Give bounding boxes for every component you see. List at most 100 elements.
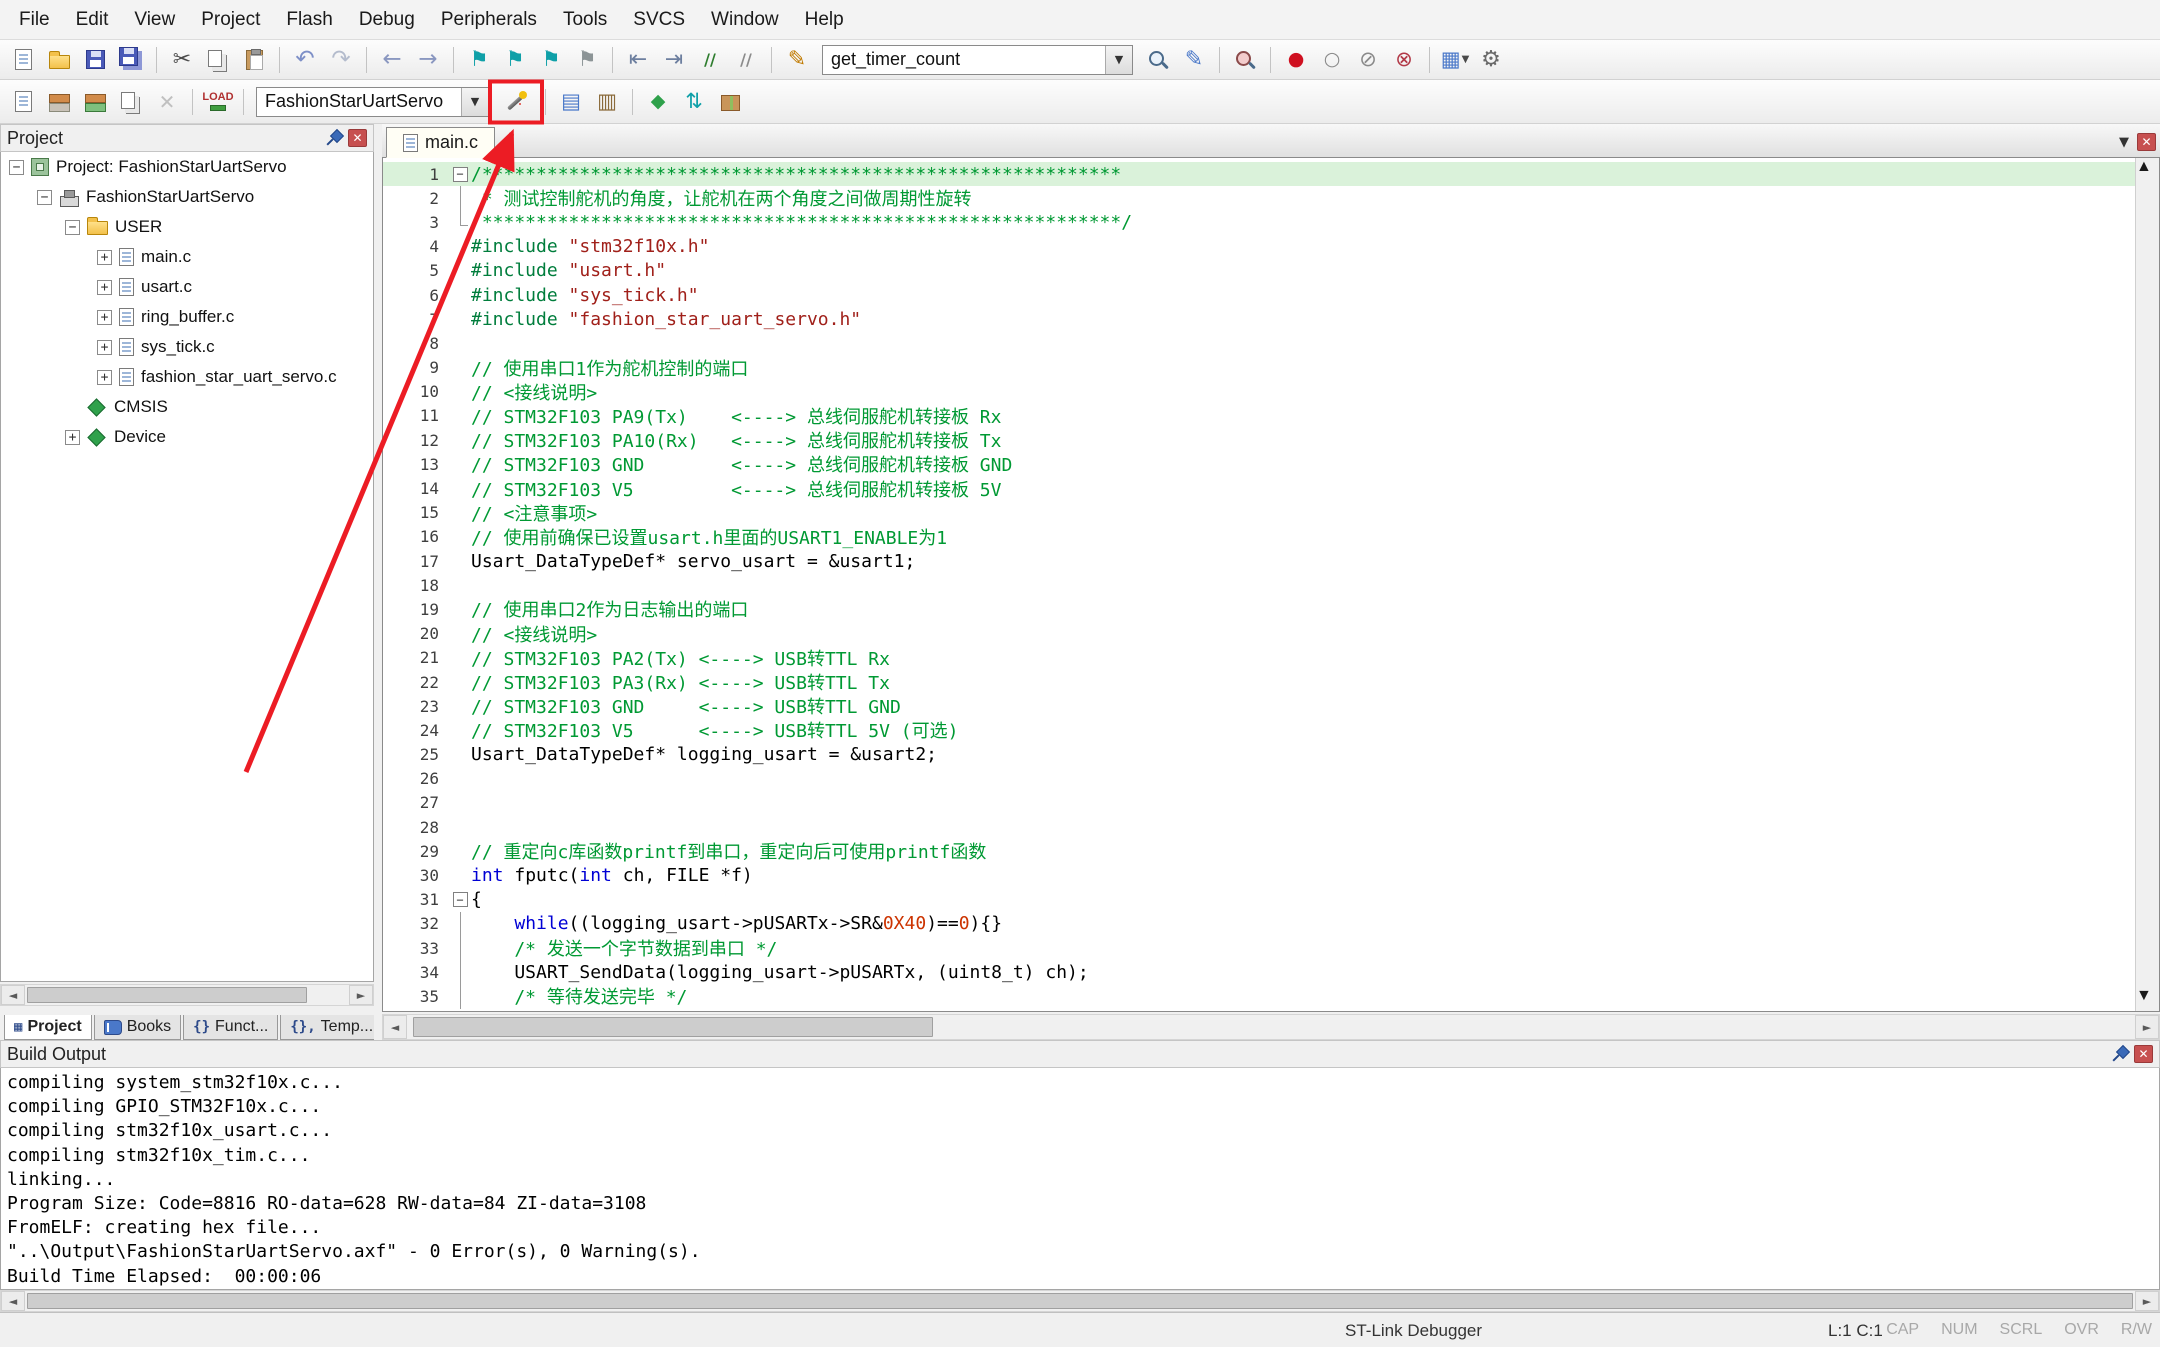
scroll-left-icon[interactable]: ◄ xyxy=(1,985,25,1005)
undo-button[interactable]: ↶ xyxy=(288,44,322,76)
insert-breakpoint-button[interactable]: ● xyxy=(1279,44,1313,76)
menu-item-view[interactable]: View xyxy=(121,3,188,37)
indent-button[interactable]: ⇥ xyxy=(657,44,691,76)
tree-node-project-root[interactable]: − Project: FashionStarUartServo xyxy=(1,152,373,182)
find-button[interactable] xyxy=(1228,44,1262,76)
disable-breakpoint-button[interactable]: ○ xyxy=(1315,44,1349,76)
code-editor[interactable]: 1−/*************************************… xyxy=(383,158,2135,1011)
workspace-button[interactable]: ▥ xyxy=(590,86,624,118)
fold-margin[interactable]: − xyxy=(449,888,471,912)
menu-item-peripherals[interactable]: Peripherals xyxy=(428,3,550,37)
target-select-combo[interactable]: ▼ xyxy=(256,87,489,117)
save-button[interactable] xyxy=(78,44,112,76)
configure-button[interactable]: ⚙ xyxy=(1474,44,1508,76)
function-search-input[interactable] xyxy=(823,46,1105,74)
collapse-icon[interactable]: − xyxy=(37,190,52,205)
close-editor-icon[interactable]: ✕ xyxy=(2137,133,2156,151)
scroll-down-icon[interactable]: ▼ xyxy=(2136,987,2159,1011)
scroll-left-icon[interactable]: ◄ xyxy=(1,1291,25,1311)
bookmark-toggle-button[interactable]: ⚑ xyxy=(462,44,496,76)
file-extensions-button[interactable]: ▤ xyxy=(554,86,588,118)
menu-item-help[interactable]: Help xyxy=(792,3,857,37)
new-file-button[interactable] xyxy=(6,44,40,76)
menu-item-tools[interactable]: Tools xyxy=(550,3,620,37)
cut-button[interactable]: ✂ xyxy=(165,44,199,76)
bookmark-clear-all-button[interactable]: ⚑ xyxy=(570,44,604,76)
tree-node-file[interactable]: +main.c xyxy=(1,242,373,272)
editor-vertical-scrollbar[interactable]: ▲ ▼ xyxy=(2135,158,2159,1011)
find-in-files-button[interactable] xyxy=(1141,44,1175,76)
scrollbar-thumb[interactable] xyxy=(27,987,307,1003)
scroll-right-icon[interactable]: ► xyxy=(349,985,373,1005)
scroll-up-icon[interactable]: ▲ xyxy=(2136,158,2159,182)
edit-configure-button[interactable]: ✎ xyxy=(780,44,814,76)
disable-all-breakpoints-button[interactable]: ⊗ xyxy=(1387,44,1421,76)
expand-icon[interactable]: + xyxy=(65,430,80,445)
menu-item-debug[interactable]: Debug xyxy=(346,3,428,37)
navigate-forward-button[interactable]: → xyxy=(411,44,445,76)
tab-functions[interactable]: {}Funct... xyxy=(183,1015,278,1040)
incremental-find-button[interactable]: ✎ xyxy=(1177,44,1211,76)
panel-splitter[interactable] xyxy=(374,124,382,1040)
scroll-right-icon[interactable]: ► xyxy=(2135,1291,2159,1311)
copy-button[interactable] xyxy=(201,44,235,76)
update-sync-button[interactable]: ⇅ xyxy=(677,86,711,118)
menu-item-edit[interactable]: Edit xyxy=(63,3,122,37)
tab-project[interactable]: ▦Project xyxy=(4,1015,92,1040)
menu-item-project[interactable]: Project xyxy=(188,3,273,37)
dropdown-caret-icon[interactable]: ▼ xyxy=(1462,54,1470,65)
editor-horizontal-scrollbar[interactable]: ◄ ► xyxy=(382,1014,2160,1040)
build-button[interactable] xyxy=(42,86,76,118)
project-horizontal-scrollbar[interactable]: ◄ ► xyxy=(0,984,374,1006)
scroll-right-icon[interactable]: ► xyxy=(2135,1015,2159,1039)
batch-build-button[interactable] xyxy=(114,86,148,118)
tab-books[interactable]: Books xyxy=(94,1015,181,1040)
save-all-button[interactable] xyxy=(114,44,148,76)
stop-build-button[interactable]: ✕ xyxy=(150,86,184,118)
function-search-combo[interactable]: ▼ xyxy=(822,45,1133,75)
bookmark-previous-button[interactable]: ⚑ xyxy=(498,44,532,76)
tab-main-c[interactable]: main.c xyxy=(386,127,495,158)
options-for-target-button[interactable] xyxy=(495,86,537,118)
kill-all-breakpoints-button[interactable]: ⊘ xyxy=(1351,44,1385,76)
tree-node-file[interactable]: +ring_buffer.c xyxy=(1,302,373,332)
window-list-icon[interactable]: ▼ xyxy=(2119,135,2129,150)
collapse-icon[interactable]: − xyxy=(9,160,24,175)
rebuild-button[interactable] xyxy=(78,86,112,118)
tab-templates[interactable]: {},Temp... xyxy=(280,1015,383,1040)
redo-button[interactable]: ↷ xyxy=(324,44,358,76)
load-button[interactable]: LOAD xyxy=(201,86,235,118)
open-file-button[interactable] xyxy=(42,44,76,76)
close-icon[interactable]: ✕ xyxy=(348,129,367,147)
tree-node-file[interactable]: +fashion_star_uart_servo.c xyxy=(1,362,373,392)
menu-item-file[interactable]: File xyxy=(6,3,63,37)
tree-node-file[interactable]: +sys_tick.c xyxy=(1,332,373,362)
scrollbar-thumb[interactable] xyxy=(2136,182,2159,652)
scrollbar-thumb[interactable] xyxy=(413,1017,933,1037)
expand-icon[interactable]: + xyxy=(97,280,112,295)
fold-margin[interactable]: − xyxy=(449,162,471,186)
pack-installer-button[interactable] xyxy=(713,86,747,118)
expand-icon[interactable]: + xyxy=(97,310,112,325)
collapse-icon[interactable]: − xyxy=(65,220,80,235)
comment-selection-button[interactable]: // xyxy=(693,44,727,76)
build-horizontal-scrollbar[interactable]: ◄ ► xyxy=(0,1290,2160,1312)
menu-item-flash[interactable]: Flash xyxy=(273,3,345,37)
expand-icon[interactable]: + xyxy=(97,340,112,355)
pin-icon[interactable] xyxy=(2110,1045,2128,1063)
expand-icon[interactable]: + xyxy=(97,250,112,265)
expand-icon[interactable]: + xyxy=(97,370,112,385)
target-select-input[interactable] xyxy=(257,88,461,116)
pin-icon[interactable] xyxy=(324,129,342,147)
bookmark-next-button[interactable]: ⚑ xyxy=(534,44,568,76)
tree-node-user-group[interactable]: − USER xyxy=(1,212,373,242)
tree-node-device[interactable]: + Device xyxy=(1,422,373,452)
manage-rte-button[interactable]: ◆ xyxy=(641,86,675,118)
tree-node-cmsis[interactable]: CMSIS xyxy=(1,392,373,422)
uncomment-selection-button[interactable]: // xyxy=(729,44,763,76)
tree-node-file[interactable]: +usart.c xyxy=(1,272,373,302)
scroll-left-icon[interactable]: ◄ xyxy=(383,1015,407,1039)
debug-windows-button[interactable]: ▦▼ xyxy=(1438,44,1472,76)
unindent-button[interactable]: ⇤ xyxy=(621,44,655,76)
project-tree[interactable]: − Project: FashionStarUartServo − Fashio… xyxy=(0,152,374,982)
